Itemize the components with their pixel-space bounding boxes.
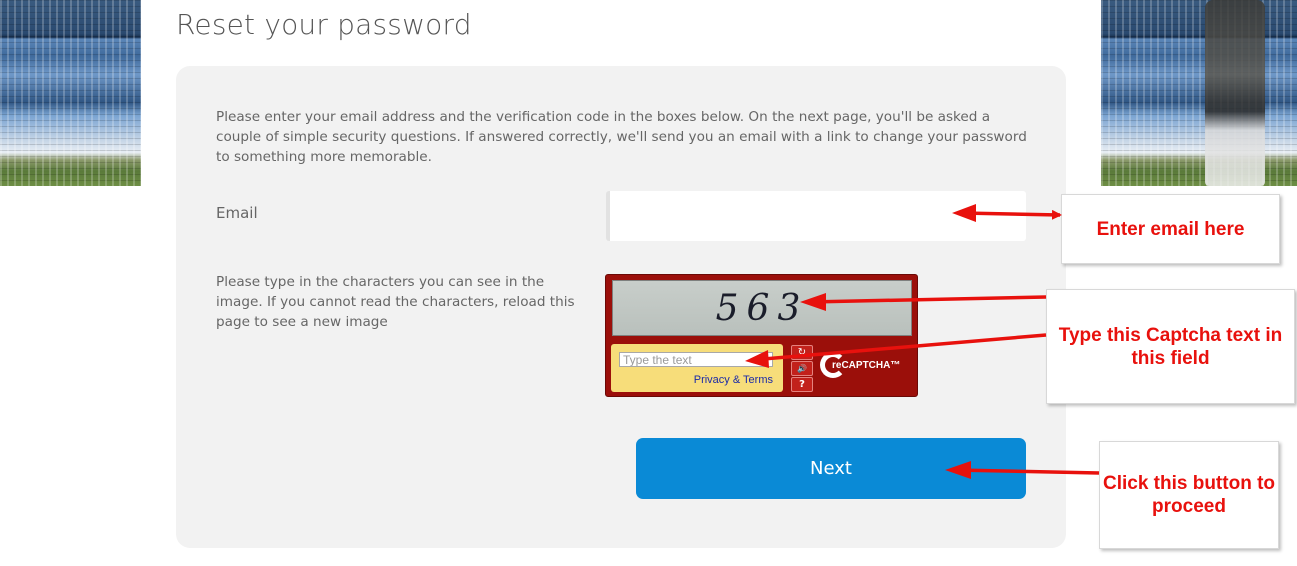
captcha-input-arrow	[751, 333, 1047, 362]
email-arrowhead	[952, 204, 976, 222]
email-arrow	[961, 209, 1062, 220]
captcha-image-arrow	[809, 295, 1047, 304]
next-arrowhead	[945, 461, 971, 479]
next-arrow	[954, 468, 1100, 475]
captcha-image-arrowhead	[800, 293, 826, 311]
captcha-input-arrowhead	[745, 350, 769, 368]
annotation-arrows	[745, 204, 1100, 479]
